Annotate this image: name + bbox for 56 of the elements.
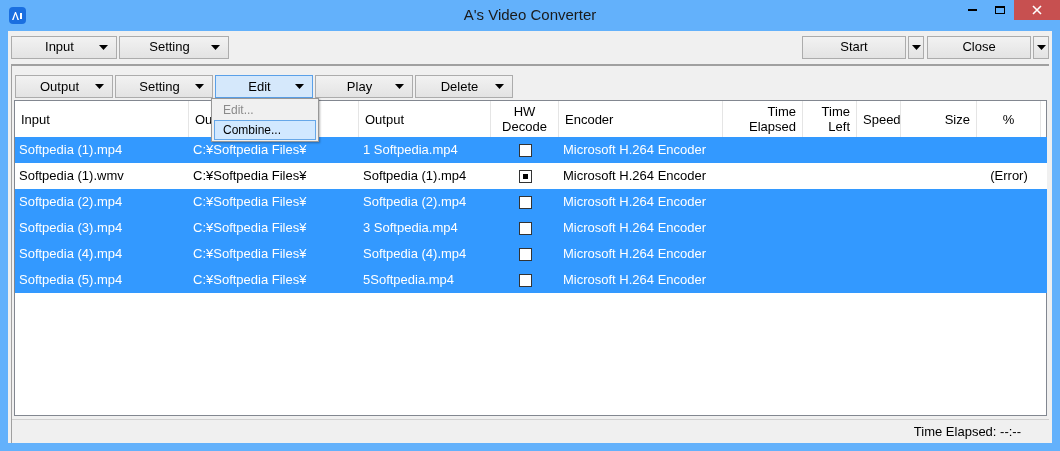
checkbox[interactable] <box>518 169 532 183</box>
dropdown-button[interactable]: Edit <box>215 75 313 98</box>
table-cell-text: Microsoft H.264 Encoder <box>563 271 707 290</box>
action-button[interactable]: Start <box>802 35 906 59</box>
dropdown-button[interactable]: Setting <box>115 75 213 98</box>
table-cell-text: Softpedia (2).mp4 <box>363 193 467 212</box>
table-cell-text: C:¥Softpedia Files¥ <box>193 141 307 160</box>
caret-icon <box>295 84 304 89</box>
table-cell-text: Microsoft H.264 Encoder <box>563 167 707 186</box>
action-button[interactable]: Close <box>927 35 1031 59</box>
table-cell-text: C:¥Softpedia Files¥ <box>193 193 307 212</box>
table-cell-text: Microsoft H.264 Encoder <box>563 245 707 264</box>
table-cell-text: Microsoft H.264 Encoder <box>563 141 707 160</box>
app-logo-icon <box>9 7 26 24</box>
table-cell-text: Microsoft H.264 Encoder <box>563 193 707 212</box>
dropdown-button[interactable]: Play <box>315 75 413 98</box>
table-cell-text: Softpedia (1).mp4 <box>19 141 123 160</box>
dropdown-arrow-button[interactable] <box>908 35 924 59</box>
table-cell-text: 1 Softpedia.mp4 <box>363 141 458 160</box>
caret-icon <box>495 84 504 89</box>
checkbox[interactable] <box>518 247 532 261</box>
table-cell-text: C:¥Softpedia Files¥ <box>193 271 307 290</box>
caret-icon <box>211 44 220 50</box>
table-cell-text: Softpedia (1).wmv <box>19 167 124 186</box>
dropdown-button[interactable]: Input <box>11 35 117 59</box>
dropdown-button[interactable]: Setting <box>119 35 229 59</box>
table-cell-text: Microsoft H.264 Encoder <box>563 219 707 238</box>
table-cell-text: Softpedia (4).mp4 <box>19 245 123 264</box>
table-cell-text: Softpedia (5).mp4 <box>19 271 123 290</box>
caret-icon <box>99 44 108 50</box>
checkbox[interactable] <box>518 221 532 235</box>
close-icon <box>1032 5 1042 15</box>
table-cell-text: C:¥Softpedia Files¥ <box>193 245 307 264</box>
table-cell-text: 5Softpedia.mp4 <box>363 271 455 290</box>
table-cell-text: C:¥Softpedia Files¥ <box>193 219 307 238</box>
caret-icon <box>395 84 404 89</box>
dropdown-button[interactable]: Delete <box>415 75 513 98</box>
caret-icon <box>1036 44 1046 50</box>
menu-item[interactable]: Combine... <box>214 120 316 140</box>
checkbox[interactable] <box>518 195 532 209</box>
dropdown-arrow-button[interactable] <box>1033 35 1049 59</box>
caret-icon <box>911 44 921 50</box>
table-cell-text: Softpedia (1).mp4 <box>363 167 467 186</box>
table-cell-text: (Error) <box>990 167 1028 186</box>
dropdown-button[interactable]: Output <box>15 75 113 98</box>
table-cell-text: Softpedia (3).mp4 <box>19 219 123 238</box>
checkbox[interactable] <box>518 143 532 157</box>
checkbox[interactable] <box>518 273 532 287</box>
table-cell-text: C:¥Softpedia Files¥ <box>193 167 307 186</box>
table-cell-text: 3 Softpedia.mp4 <box>363 219 458 238</box>
window-title: A's Video Converter <box>463 5 597 26</box>
caret-icon <box>195 84 204 89</box>
table-cell-text: Softpedia (4).mp4 <box>363 245 467 264</box>
caret-icon <box>95 84 104 89</box>
status-text: Time Elapsed: --:-- <box>913 422 1021 441</box>
table-cell-text: Softpedia (2).mp4 <box>19 193 123 212</box>
